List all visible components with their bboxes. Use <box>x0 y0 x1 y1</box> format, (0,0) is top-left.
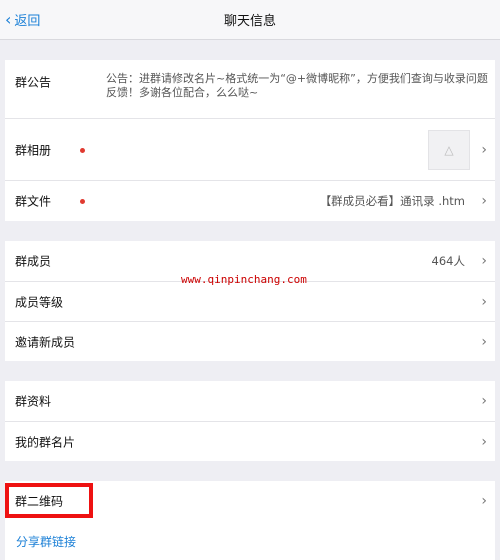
share-group-link[interactable]: 分享群链接 <box>16 533 76 550</box>
group-info-section: 群公告 公告：进群请修改名片~格式统一为“@+微博昵称”，方便我们查询与收录问题… <box>5 60 495 221</box>
group-files-value: 【群成员必看】通讯录 .htm <box>319 194 465 208</box>
group-album-label: 群相册 <box>15 143 52 157</box>
group-data-label: 群资料 <box>15 394 52 409</box>
profile-section: 群资料 › 我的群名片 › <box>5 381 495 461</box>
group-members-label: 群成员 <box>15 254 52 269</box>
chevron-right-icon: › <box>481 393 487 409</box>
chevron-right-icon: › <box>481 293 487 310</box>
invite-members-row[interactable]: 邀请新成员 › <box>5 321 495 361</box>
qrcode-highlight-box <box>5 483 93 518</box>
member-level-row[interactable]: 成员等级 › <box>5 281 495 321</box>
navigation-bar: ‹ 返回 聊天信息 <box>0 0 500 40</box>
chevron-right-icon: › <box>481 141 487 158</box>
warning-icon: △ <box>444 143 454 157</box>
members-count: 464人 <box>431 254 465 268</box>
chevron-right-icon: › <box>481 493 487 509</box>
watermark-text: www.qinpinchang.com <box>181 273 307 286</box>
chevron-right-icon: › <box>481 433 487 450</box>
chevron-right-icon: › <box>481 333 487 350</box>
members-section: 群成员 464人 › 成员等级 › 邀请新成员 › <box>5 241 495 361</box>
group-files-label: 群文件 <box>15 194 52 209</box>
my-group-card-label: 我的群名片 <box>15 435 76 449</box>
group-notice-label: 群公告 <box>15 75 52 90</box>
group-notice-text: 公告：进群请修改名片~格式统一为“@+微博昵称”，方便我们查询与收录问题反馈！多… <box>106 72 488 99</box>
new-dot-icon <box>80 199 85 204</box>
invite-members-label: 邀请新成员 <box>15 335 76 349</box>
group-data-row[interactable]: 群资料 › <box>5 381 495 421</box>
album-thumbnail: △ <box>428 130 470 170</box>
chevron-right-icon: › <box>481 193 487 209</box>
group-album-row[interactable]: 群相册 △ › <box>5 118 495 180</box>
chevron-right-icon: › <box>481 253 487 269</box>
new-dot-icon <box>80 147 85 153</box>
member-level-label: 成员等级 <box>15 295 64 309</box>
page-title: 聊天信息 <box>223 14 276 29</box>
group-notice-row[interactable]: 群公告 公告：进群请修改名片~格式统一为“@+微博昵称”，方便我们查询与收录问题… <box>5 60 495 118</box>
my-group-card-row[interactable]: 我的群名片 › <box>5 421 495 461</box>
group-files-row[interactable]: 群文件 【群成员必看】通讯录 .htm › <box>5 180 495 221</box>
